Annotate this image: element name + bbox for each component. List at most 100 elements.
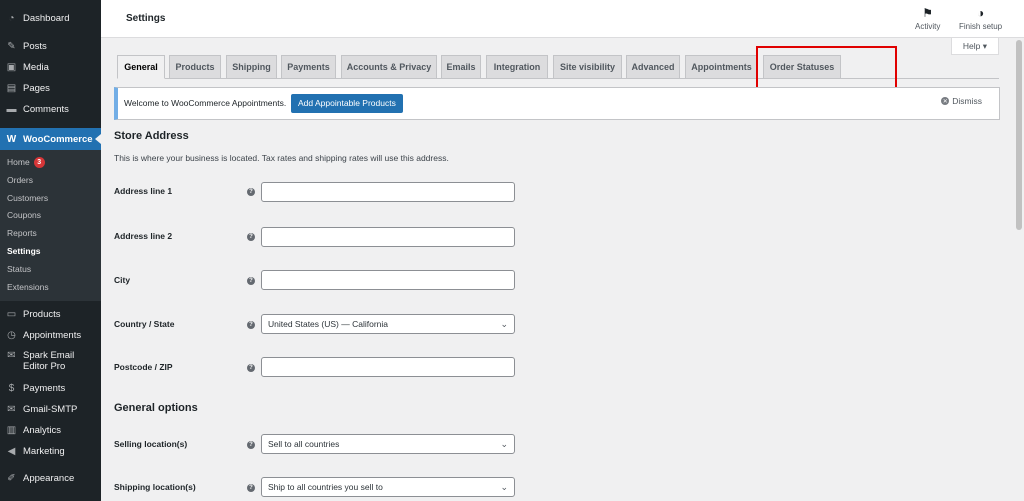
postcode-input[interactable] bbox=[261, 357, 515, 377]
page-title: Settings bbox=[126, 13, 166, 24]
sidebar-item-label: Appointments bbox=[23, 330, 82, 342]
chevron-down-icon: ⌄ bbox=[500, 319, 508, 329]
chevron-down-icon: ⌄ bbox=[500, 482, 508, 492]
tab-appointments[interactable]: Appointments bbox=[685, 55, 758, 79]
tab-site-visibility[interactable]: Site visibility bbox=[553, 55, 622, 79]
tab-products[interactable]: Products bbox=[169, 55, 221, 79]
sidebar-item-posts[interactable]: ✎ Posts bbox=[0, 36, 101, 57]
sidebar-item-label: Marketing bbox=[23, 446, 65, 458]
select-value: United States (US) — California bbox=[268, 319, 388, 329]
comment-icon: ▬ bbox=[6, 104, 17, 115]
store-address-title: Store Address bbox=[114, 130, 189, 142]
shipping-location-label: Shipping location(s) bbox=[114, 482, 196, 492]
dismiss-button[interactable]: ✕ Dismiss bbox=[941, 96, 982, 106]
progress-circle-icon: ◑ bbox=[976, 6, 985, 20]
submenu-label: Home bbox=[7, 157, 30, 167]
country-state-select[interactable]: United States (US) — California ⌄ bbox=[261, 314, 515, 334]
shipping-location-select[interactable]: Ship to all countries you sell to ⌄ bbox=[261, 477, 515, 497]
submenu-item-orders[interactable]: Orders bbox=[0, 172, 101, 190]
sidebar-item-marketing[interactable]: ◀ Marketing bbox=[0, 441, 101, 462]
sidebar-item-label: Posts bbox=[23, 41, 47, 52]
city-input[interactable] bbox=[261, 270, 515, 290]
submenu-label: Customers bbox=[7, 192, 49, 203]
sidebar-item-comments[interactable]: ▬ Comments bbox=[0, 99, 101, 120]
activity-button[interactable]: ⚑ Activity bbox=[915, 6, 940, 31]
sidebar-item-label: Comments bbox=[23, 104, 69, 115]
woocommerce-icon: W bbox=[6, 133, 17, 145]
label-line-1: Spark Email bbox=[23, 350, 75, 362]
submenu-item-status[interactable]: Status bbox=[0, 261, 101, 279]
submenu-item-extensions[interactable]: Extensions bbox=[0, 279, 101, 297]
postcode-label: Postcode / ZIP bbox=[114, 362, 173, 372]
help-tip-icon[interactable]: ? bbox=[247, 321, 255, 329]
add-appointable-products-button[interactable]: Add Appointable Products bbox=[291, 94, 403, 113]
sidebar-item-pages[interactable]: ▤ Pages bbox=[0, 78, 101, 99]
selling-location-label: Selling location(s) bbox=[114, 439, 188, 449]
caret-down-icon: ▾ bbox=[982, 41, 988, 51]
sidebar-item-dashboard[interactable]: ◔ Dashboard bbox=[0, 8, 101, 29]
tab-integration[interactable]: Integration bbox=[486, 55, 548, 79]
sidebar-item-gmail-smtp[interactable]: ✉ Gmail-SMTP bbox=[0, 399, 101, 420]
help-tip-icon[interactable]: ? bbox=[247, 277, 255, 285]
submenu-label: Settings bbox=[7, 245, 41, 256]
sidebar-item-appointments[interactable]: ◷ Appointments bbox=[0, 325, 101, 346]
sidebar-item-media[interactable]: ▣ Media bbox=[0, 57, 101, 78]
address1-label: Address line 1 bbox=[114, 186, 173, 196]
tab-shipping[interactable]: Shipping bbox=[226, 55, 277, 79]
submenu-label: Extensions bbox=[7, 281, 49, 292]
sidebar-item-label: Pages bbox=[23, 83, 50, 94]
submenu-item-reports[interactable]: Reports bbox=[0, 225, 101, 243]
archive-icon: ▭ bbox=[6, 309, 17, 321]
help-tip-icon[interactable]: ? bbox=[247, 364, 255, 372]
finish-setup-label: Finish setup bbox=[959, 22, 1003, 31]
tab-advanced[interactable]: Advanced bbox=[626, 55, 680, 79]
envelope-icon: ✉ bbox=[7, 404, 16, 416]
help-tip-icon[interactable]: ? bbox=[247, 441, 255, 449]
address2-label: Address line 2 bbox=[114, 231, 173, 241]
activity-label: Activity bbox=[915, 22, 941, 31]
submenu-item-coupons[interactable]: Coupons bbox=[0, 207, 101, 225]
sidebar-item-products[interactable]: ▭ Products bbox=[0, 304, 101, 325]
finish-setup-button[interactable]: ◑ Finish setup bbox=[959, 6, 1002, 31]
sidebar-item-label: Gmail-SMTP bbox=[23, 404, 78, 416]
submenu-item-settings[interactable]: Settings bbox=[0, 243, 101, 261]
sidebar-item-label: Spark Email Editor Pro bbox=[23, 350, 74, 372]
submenu-label: Orders bbox=[7, 174, 33, 185]
email-icon: ✉ bbox=[7, 350, 16, 362]
dollar-icon: $ bbox=[8, 383, 15, 395]
help-tip-icon[interactable]: ? bbox=[247, 233, 255, 241]
paintbrush-icon: ✐ bbox=[7, 473, 16, 485]
tab-general[interactable]: General bbox=[117, 55, 165, 79]
sidebar-item-label: WooCommerce bbox=[23, 133, 93, 145]
megaphone-icon: ◀ bbox=[7, 446, 16, 458]
welcome-notice: Welcome to WooCommerce Appointments. Add… bbox=[114, 87, 1000, 120]
bar-chart-icon: ▥ bbox=[6, 425, 17, 437]
sidebar-item-analytics[interactable]: ▥ Analytics bbox=[0, 420, 101, 441]
help-button[interactable]: Help ▾ bbox=[951, 38, 999, 55]
sidebar-item-appearance[interactable]: ✐ Appearance bbox=[0, 468, 101, 489]
pin-icon: ✎ bbox=[7, 41, 16, 52]
submenu-label: Status bbox=[7, 263, 32, 274]
tab-emails[interactable]: Emails bbox=[441, 55, 481, 79]
selling-location-select[interactable]: Sell to all countries ⌄ bbox=[261, 434, 515, 454]
address1-input[interactable] bbox=[261, 182, 515, 202]
sidebar-item-woocommerce[interactable]: W WooCommerce bbox=[0, 128, 101, 150]
scrollbar-thumb[interactable] bbox=[1016, 40, 1022, 230]
sidebar-item-label: Analytics bbox=[23, 425, 62, 437]
submenu-item-home[interactable]: Home 3 bbox=[0, 154, 101, 172]
city-label: City bbox=[114, 275, 131, 285]
country-state-label: Country / State bbox=[114, 319, 175, 329]
submenu-item-customers[interactable]: Customers bbox=[0, 190, 101, 208]
sidebar-item-spark-email[interactable]: ✉ Spark Email Editor Pro bbox=[0, 346, 101, 378]
select-value: Ship to all countries you sell to bbox=[268, 482, 383, 492]
tab-payments[interactable]: Payments bbox=[281, 55, 336, 79]
sidebar-item-label: Appearance bbox=[23, 473, 75, 485]
admin-sidebar: ◔ Dashboard ✎ Posts ▣ Media ▤ Pages ▬ Co… bbox=[0, 0, 101, 501]
help-tip-icon[interactable]: ? bbox=[247, 484, 255, 492]
sidebar-item-payments[interactable]: $ Payments bbox=[0, 378, 101, 399]
help-tip-icon[interactable]: ? bbox=[247, 188, 255, 196]
notice-message: Welcome to WooCommerce Appointments. bbox=[124, 98, 287, 108]
tab-accounts-privacy[interactable]: Accounts & Privacy bbox=[341, 55, 437, 79]
address2-input[interactable] bbox=[261, 227, 515, 247]
page-icon: ▤ bbox=[6, 83, 17, 94]
